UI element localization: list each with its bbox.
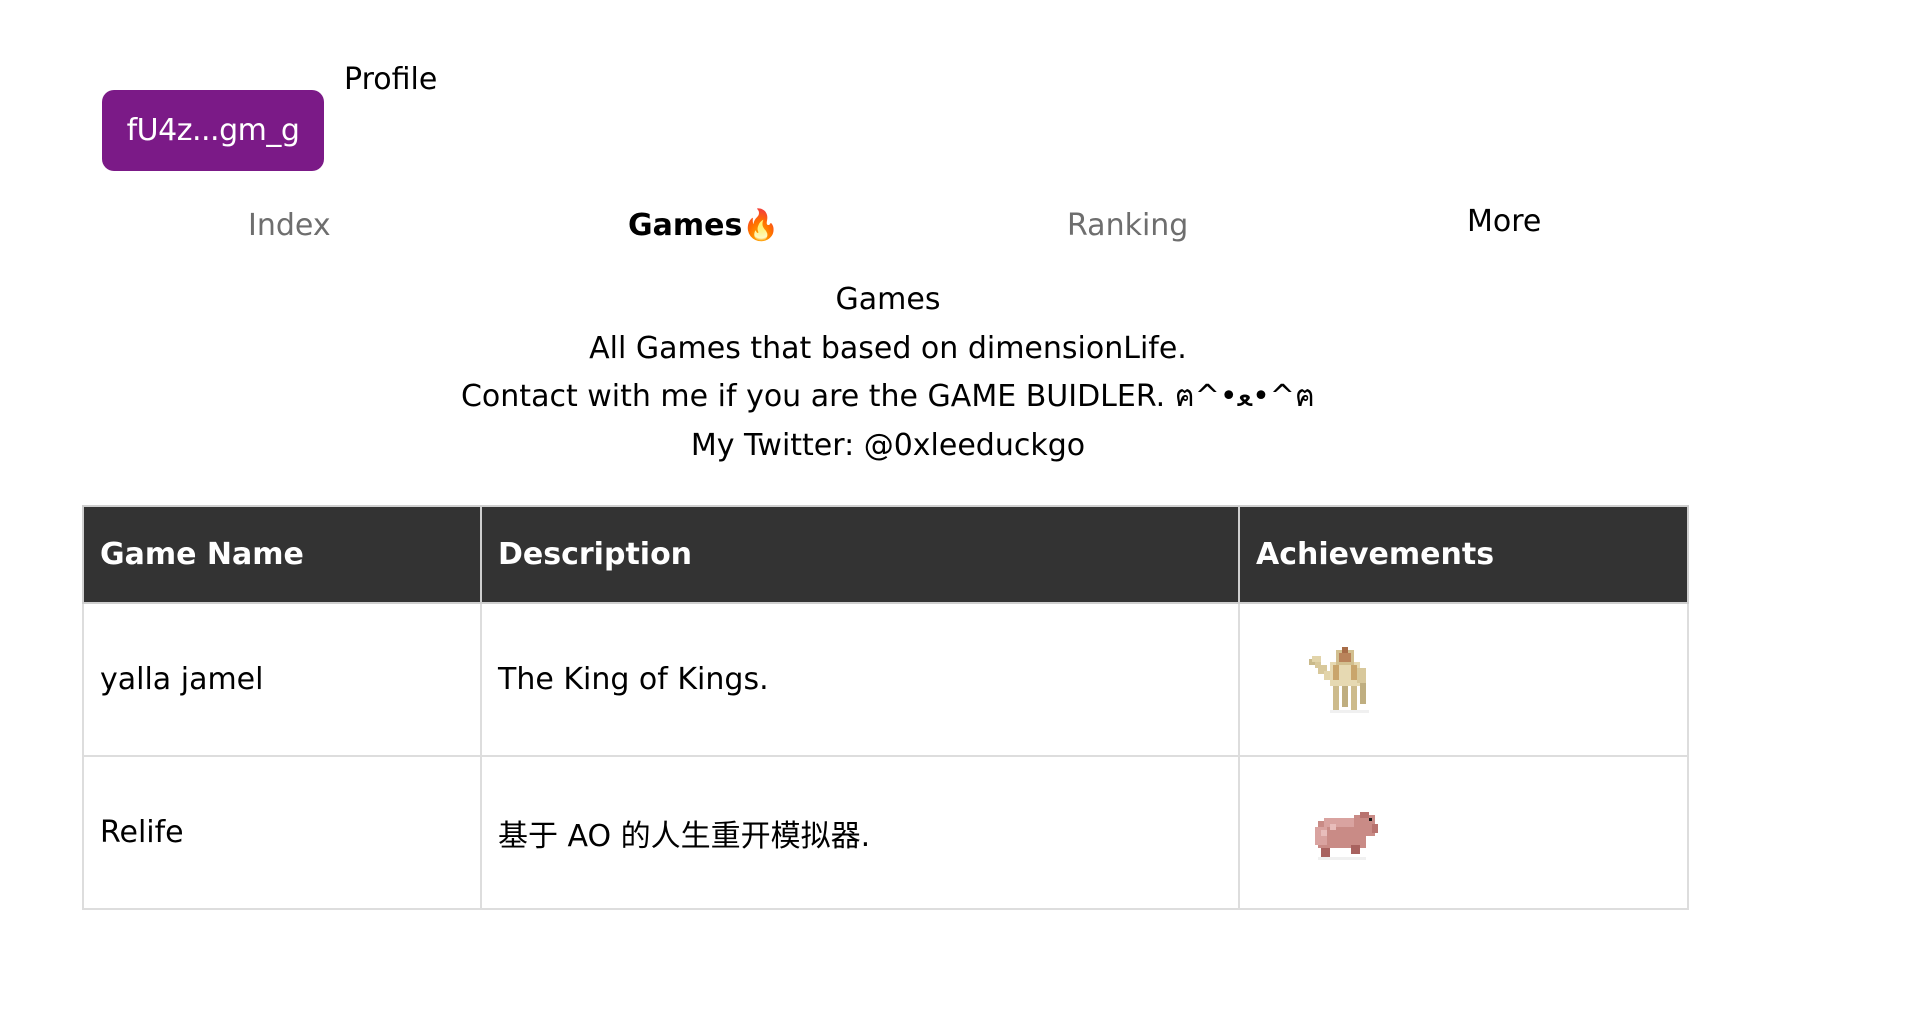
header-achievements: Achievements: [1238, 505, 1689, 604]
page-title: Games: [835, 282, 941, 317]
nav-games[interactable]: Games🔥: [628, 208, 780, 243]
intro-section: Games All Games that based on dimensionL…: [0, 276, 1776, 470]
header-game-name: Game Name: [82, 505, 482, 604]
header-description: Description: [480, 505, 1240, 604]
games-table: Game Name Description Achievements yalla…: [82, 505, 1689, 910]
description-cell: The King of Kings.: [480, 602, 1240, 757]
camel-icon: [1309, 646, 1369, 713]
profile-link[interactable]: Profile: [344, 62, 437, 97]
table-row: Relife 基于 AO 的人生重开模拟器.: [82, 755, 1689, 910]
description-cell: 基于 AO 的人生重开模拟器.: [480, 755, 1240, 910]
achievement-cell: [1238, 602, 1689, 757]
table-header-row: Game Name Description Achievements: [82, 505, 1689, 604]
capybara-icon: [1315, 811, 1378, 860]
page: fU4z...gm_g Profile Index Games🔥 Ranking…: [0, 0, 1906, 1010]
wallet-address-button[interactable]: fU4z...gm_g: [102, 90, 324, 171]
intro-line-3: My Twitter: @0xleeduckgo: [690, 427, 1086, 463]
intro-line-2: Contact with me if you are the GAME BUID…: [460, 379, 1315, 414]
nav-index[interactable]: Index: [248, 208, 331, 243]
table-row: yalla jamel The King of Kings.: [82, 602, 1689, 757]
game-name-cell: yalla jamel: [82, 602, 482, 757]
nav-more[interactable]: More: [1467, 204, 1541, 239]
intro-line-1: All Games that based on dimensionLife.: [589, 330, 1187, 366]
game-name-cell: Relife: [82, 755, 482, 910]
achievement-cell: [1238, 755, 1689, 910]
nav-ranking[interactable]: Ranking: [1067, 208, 1188, 243]
